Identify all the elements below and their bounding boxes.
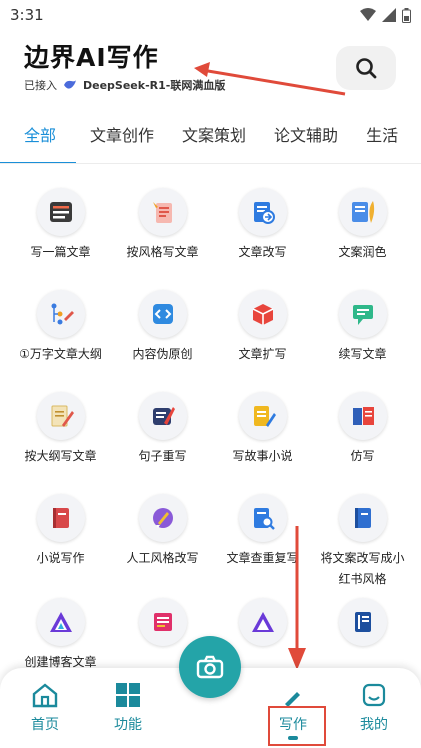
app-title: 边界AI写作 (24, 43, 159, 72)
red-book-icon (338, 494, 387, 542)
binder-icon (338, 598, 387, 646)
tool-label: 句子重写 (138, 449, 187, 463)
notebook-icon (36, 188, 85, 236)
status-icons (360, 7, 411, 23)
nav-features[interactable]: 功能 (93, 682, 163, 734)
tool-label: 内容伪原创 (132, 347, 193, 361)
tool-pseudo-original[interactable]: 内容伪原创 (110, 290, 215, 365)
home-icon (32, 683, 58, 708)
tool-label: 文章扩写 (238, 347, 287, 361)
tool-human-style-rewrite[interactable]: 人工风格改写 (110, 494, 215, 569)
tab-article-creation[interactable]: 文章创作 (76, 116, 168, 164)
tool-copy-polish[interactable]: 文案润色 (310, 188, 415, 263)
tool-label: 按风格写文章 (126, 245, 199, 259)
annotation-arrow-down (288, 526, 306, 670)
tool-outline[interactable]: ①万字文章大纲 (8, 290, 113, 365)
grid-icon (116, 683, 140, 707)
tab-copy-planning[interactable]: 文案策划 (168, 116, 260, 164)
tool-create-blog[interactable]: 创建博客文章 (8, 598, 113, 673)
status-time: 3:31 (10, 6, 44, 24)
tool-label: 按大纲写文章 (24, 449, 97, 463)
cube-icon (238, 290, 287, 338)
tool-label: 写一篇文章 (30, 245, 91, 259)
deepseek-whale-icon (64, 80, 76, 89)
blog-logo-icon (36, 598, 85, 646)
tool-label: 文案润色 (338, 245, 387, 259)
polish-icon (338, 188, 387, 236)
tool-binder[interactable] (310, 598, 415, 652)
annotation-highlight-box (268, 706, 326, 746)
camera-button[interactable] (179, 636, 241, 698)
imitate-icon (338, 392, 387, 440)
tool-label: 将文案改写成小红书风格 (320, 551, 405, 586)
wifi-icon (360, 8, 376, 21)
tab-divider (0, 163, 421, 164)
tool-sentence-rewrite[interactable]: 句子重写 (110, 392, 215, 467)
tool-story-novel[interactable]: 写故事小说 (210, 392, 315, 467)
category-tabs: 全部 文章创作 文案策划 论文辅助 生活 (0, 116, 421, 164)
tool-xiaohongshu-style[interactable]: 将文案改写成小红书风格 (310, 494, 415, 590)
tool-label: 仿写 (350, 449, 375, 463)
user-icon (362, 683, 386, 707)
tool-label: 文章改写 (238, 245, 287, 259)
novel-book-icon (36, 494, 85, 542)
slides-icon (138, 598, 187, 646)
connected-label: 已接入 (24, 79, 57, 92)
tool-label: 小说写作 (36, 551, 85, 565)
tool-imitate[interactable]: 仿写 (310, 392, 415, 467)
battery-icon (402, 7, 411, 23)
document-rewrite-icon (238, 188, 287, 236)
write-icon (285, 692, 300, 707)
tab-life[interactable]: 生活 (352, 116, 412, 164)
nav-label: 功能 (114, 717, 142, 733)
tool-label: ①万字文章大纲 (19, 347, 102, 361)
search-icon (356, 58, 377, 79)
nav-home[interactable]: 首页 (10, 682, 80, 734)
tab-paper-assist[interactable]: 论文辅助 (260, 116, 352, 164)
brush-icon (138, 494, 187, 542)
tool-label: 人工风格改写 (126, 551, 199, 565)
signal-icon (382, 8, 396, 22)
outline-pencil-icon (36, 392, 85, 440)
tool-continue-article[interactable]: 续写文章 (310, 290, 415, 365)
annotation-arrow-top (194, 62, 346, 96)
sentence-rewrite-icon (138, 392, 187, 440)
tool-label: 写故事小说 (232, 449, 293, 463)
tool-write-by-outline[interactable]: 按大纲写文章 (8, 392, 113, 467)
nav-label: 首页 (31, 717, 59, 733)
tool-novel-writing[interactable]: 小说写作 (8, 494, 113, 569)
outline-icon (36, 290, 85, 338)
tool-write-article[interactable]: 写一篇文章 (8, 188, 113, 263)
tool-style-article[interactable]: 按风格写文章 (110, 188, 215, 263)
nav-mine[interactable]: 我的 (339, 682, 409, 734)
code-icon (138, 290, 187, 338)
nav-label: 我的 (360, 717, 388, 733)
search-document-icon (238, 494, 287, 542)
style-notes-icon (138, 188, 187, 236)
tool-label: 续写文章 (338, 347, 387, 361)
tool-article-rewrite[interactable]: 文章改写 (210, 188, 315, 263)
status-bar: 3:31 (0, 0, 421, 30)
logo-icon (238, 598, 287, 646)
story-icon (238, 392, 287, 440)
tab-all[interactable]: 全部 (0, 116, 77, 164)
continue-chat-icon (338, 290, 387, 338)
tool-article-expand[interactable]: 文章扩写 (210, 290, 315, 365)
camera-icon (196, 655, 224, 679)
